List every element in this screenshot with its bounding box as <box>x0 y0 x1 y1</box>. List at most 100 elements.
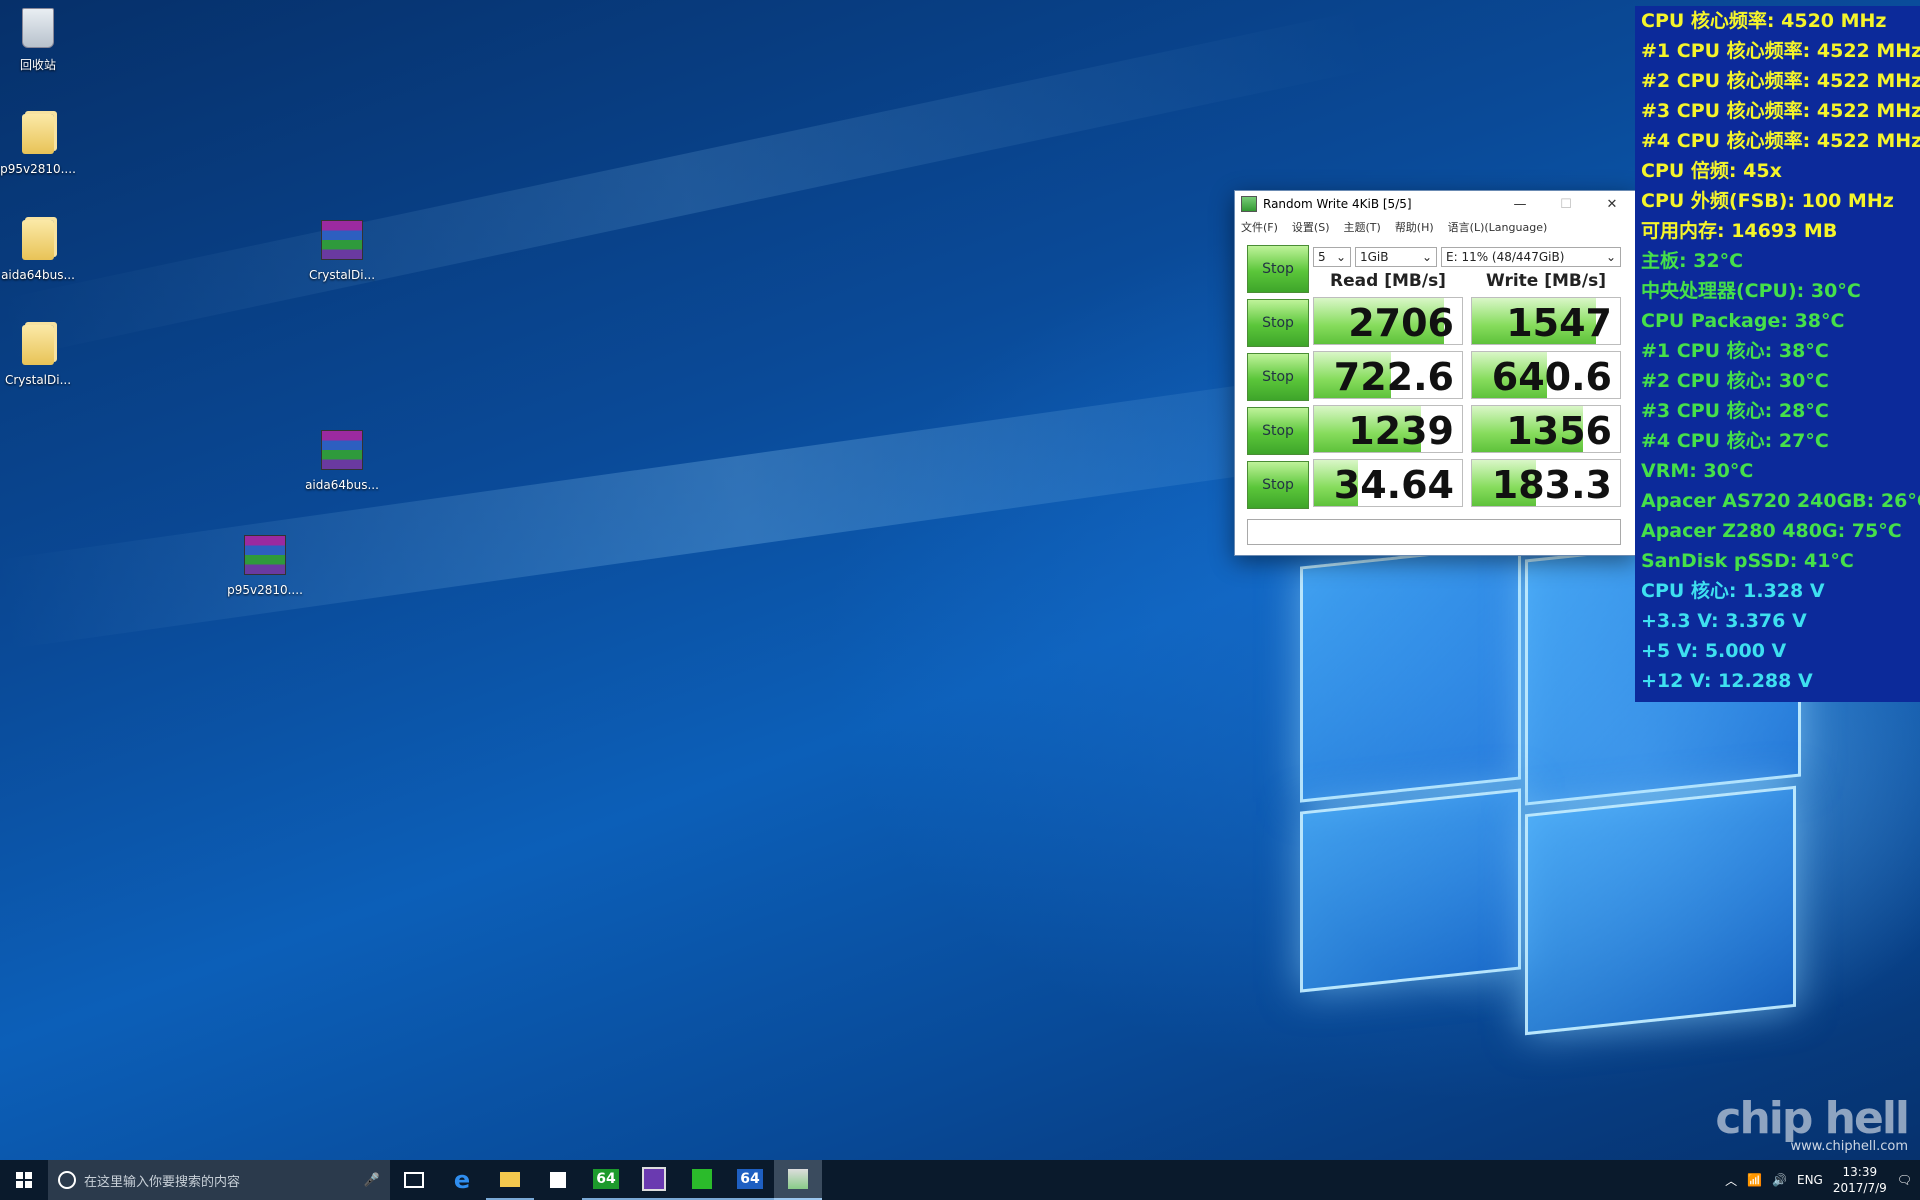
osd-line: #4 CPU 核心: 27°C <box>1641 430 1829 452</box>
menu-file[interactable]: 文件(F) <box>1241 219 1278 235</box>
comment-field[interactable] <box>1247 519 1621 545</box>
osd-line: 可用内存: 14693 MB <box>1641 220 1838 242</box>
folder-icon <box>16 220 60 264</box>
volume-icon[interactable]: 🔊 <box>1772 1173 1787 1187</box>
stop-test-button[interactable]: Stop <box>1247 461 1309 509</box>
desktop-icon-folder[interactable]: aida64bus... <box>0 220 80 282</box>
gpu-tool-taskbar-button[interactable] <box>678 1160 726 1200</box>
test-count-value: 5 <box>1318 250 1326 264</box>
edge-icon: e <box>453 1166 471 1194</box>
maximize-icon: ☐ <box>1560 196 1572 212</box>
crystaldiskmark-window: Random Write 4KiB [5/5] — ☐ ✕ 文件(F) 设置(S… <box>1234 190 1636 556</box>
desktop-icon-label: CrystalDi... <box>4 373 72 387</box>
test-size-select[interactable]: 1GiB ⌄ <box>1355 247 1437 267</box>
system-tray: ︿ 📶 🔊 ENG 13:39 2017/7/9 🗨 <box>1725 1160 1920 1200</box>
action-center-icon[interactable]: 🗨 <box>1897 1173 1912 1187</box>
winrar-archive-icon <box>243 535 287 579</box>
microphone-icon: 🎤 <box>363 1172 380 1188</box>
menu-language[interactable]: 语言(L)(Language) <box>1448 219 1548 235</box>
aida64-blue-taskbar-button[interactable]: 64 <box>726 1160 774 1200</box>
drive-value: E: 11% (48/447GiB) <box>1446 250 1565 264</box>
clock[interactable]: 13:39 2017/7/9 <box>1833 1164 1887 1196</box>
taskbar-search-box[interactable]: 在这里输入你要搜索的内容 🎤 <box>48 1160 390 1200</box>
osd-line: +12 V: 12.288 V <box>1641 670 1813 692</box>
menu-theme[interactable]: 主题(T) <box>1344 219 1381 235</box>
stop-test-button[interactable]: Stop <box>1247 353 1309 401</box>
osd-line: CPU 倍频: 45x <box>1641 160 1782 182</box>
write-result-cell: 1356 <box>1471 405 1621 453</box>
task-view-button[interactable] <box>390 1160 438 1200</box>
write-result-cell: 640.6 <box>1471 351 1621 399</box>
read-result-cell: 1239 <box>1313 405 1463 453</box>
osd-line: CPU Package: 38°C <box>1641 310 1845 332</box>
test-count-select[interactable]: 5 ⌄ <box>1313 247 1351 267</box>
desktop-icon-archive[interactable]: p95v2810.... <box>223 535 307 597</box>
task-view-icon <box>404 1172 424 1188</box>
osd-line: #3 CPU 核心: 28°C <box>1641 400 1829 422</box>
osd-line: Apacer AS720 240GB: 26°C <box>1641 490 1920 512</box>
cpuz-taskbar-button[interactable] <box>630 1160 678 1200</box>
osd-line: +3.3 V: 3.376 V <box>1641 610 1807 632</box>
osd-line: #1 CPU 核心: 38°C <box>1641 340 1829 362</box>
window-titlebar[interactable]: Random Write 4KiB [5/5] — ☐ ✕ <box>1235 191 1635 217</box>
desktop-icon-label: aida64bus... <box>305 478 379 492</box>
osd-line: #1 CPU 核心频率: 4522 MHz <box>1641 40 1920 62</box>
folder-icon <box>500 1171 520 1187</box>
osd-line: 主板: 32°C <box>1641 250 1744 272</box>
network-icon[interactable]: 📶 <box>1747 1173 1762 1187</box>
read-result-value: 2706 <box>1348 301 1454 345</box>
stop-test-button[interactable]: Stop <box>1247 299 1309 347</box>
chevron-down-icon: ⌄ <box>1335 250 1346 264</box>
aida64-taskbar-button[interactable]: 64 <box>582 1160 630 1200</box>
edge-taskbar-button[interactable]: e <box>438 1160 486 1200</box>
cortana-circle-icon <box>58 1171 76 1189</box>
write-column-header: Write [MB/s] <box>1486 271 1606 291</box>
desktop-icon-folder[interactable]: p95v2810.... <box>0 114 80 176</box>
drive-select[interactable]: E: 11% (48/447GiB) ⌄ <box>1441 247 1621 267</box>
crystaldiskmark-icon <box>788 1169 808 1189</box>
stop-test-button[interactable]: Stop <box>1247 407 1309 455</box>
read-column-header: Read [MB/s] <box>1330 271 1446 291</box>
store-bag-icon <box>550 1172 566 1188</box>
gpu-tool-icon <box>692 1169 712 1189</box>
desktop-icon-archive[interactable]: CrystalDi... <box>300 220 384 282</box>
osd-line: Apacer Z280 480G: 75°C <box>1641 520 1902 542</box>
desktop-icon-recycle-bin[interactable]: 回收站 <box>0 8 80 73</box>
desktop-icon-label: p95v2810.... <box>227 583 303 597</box>
desktop-icon-label: aida64bus... <box>1 268 75 282</box>
recycle-bin-icon <box>16 8 60 52</box>
window-title: Random Write 4KiB [5/5] <box>1263 197 1412 211</box>
minimize-button[interactable]: — <box>1497 191 1543 217</box>
osd-line: VRM: 30°C <box>1641 460 1754 482</box>
winrar-archive-icon <box>320 220 364 264</box>
menu-help[interactable]: 帮助(H) <box>1395 219 1434 235</box>
write-result-value: 183.3 <box>1491 463 1612 507</box>
windows-logo-pane <box>1300 543 1521 803</box>
write-result-cell: 1547 <box>1471 297 1621 345</box>
stop-all-button[interactable]: Stop <box>1247 245 1309 293</box>
windows-logo-pane <box>1525 785 1796 1036</box>
show-hidden-icons-chevron-icon[interactable]: ︿ <box>1725 1172 1737 1189</box>
windows-logo-pane <box>1300 788 1521 993</box>
read-result-value: 34.64 <box>1333 463 1454 507</box>
desktop-icon-folder[interactable]: CrystalDi... <box>0 325 80 387</box>
desktop-icon-archive[interactable]: aida64bus... <box>300 430 384 492</box>
close-button[interactable]: ✕ <box>1589 191 1635 217</box>
input-method-indicator[interactable]: ENG <box>1797 1173 1823 1187</box>
clock-time: 13:39 <box>1842 1165 1878 1179</box>
desktop-icon-label: CrystalDi... <box>308 268 376 282</box>
store-taskbar-button[interactable] <box>534 1160 582 1200</box>
chevron-down-icon: ⌄ <box>1605 250 1616 264</box>
test-size-value: 1GiB <box>1360 250 1389 264</box>
aida64-osd-panel: CPU 核心频率: 4520 MHz #1 CPU 核心频率: 4522 MHz… <box>1635 6 1920 702</box>
read-result-cell: 34.64 <box>1313 459 1463 507</box>
start-button[interactable] <box>0 1160 48 1200</box>
osd-line: 中央处理器(CPU): 30°C <box>1641 280 1861 302</box>
menu-settings[interactable]: 设置(S) <box>1292 219 1330 235</box>
cpuz-icon <box>642 1167 666 1191</box>
crystaldiskmark-taskbar-button[interactable] <box>774 1160 822 1200</box>
file-explorer-taskbar-button[interactable] <box>486 1160 534 1200</box>
osd-line: #4 CPU 核心频率: 4522 MHz <box>1641 130 1920 152</box>
osd-line: #3 CPU 核心频率: 4522 MHz <box>1641 100 1920 122</box>
maximize-button[interactable]: ☐ <box>1543 191 1589 217</box>
